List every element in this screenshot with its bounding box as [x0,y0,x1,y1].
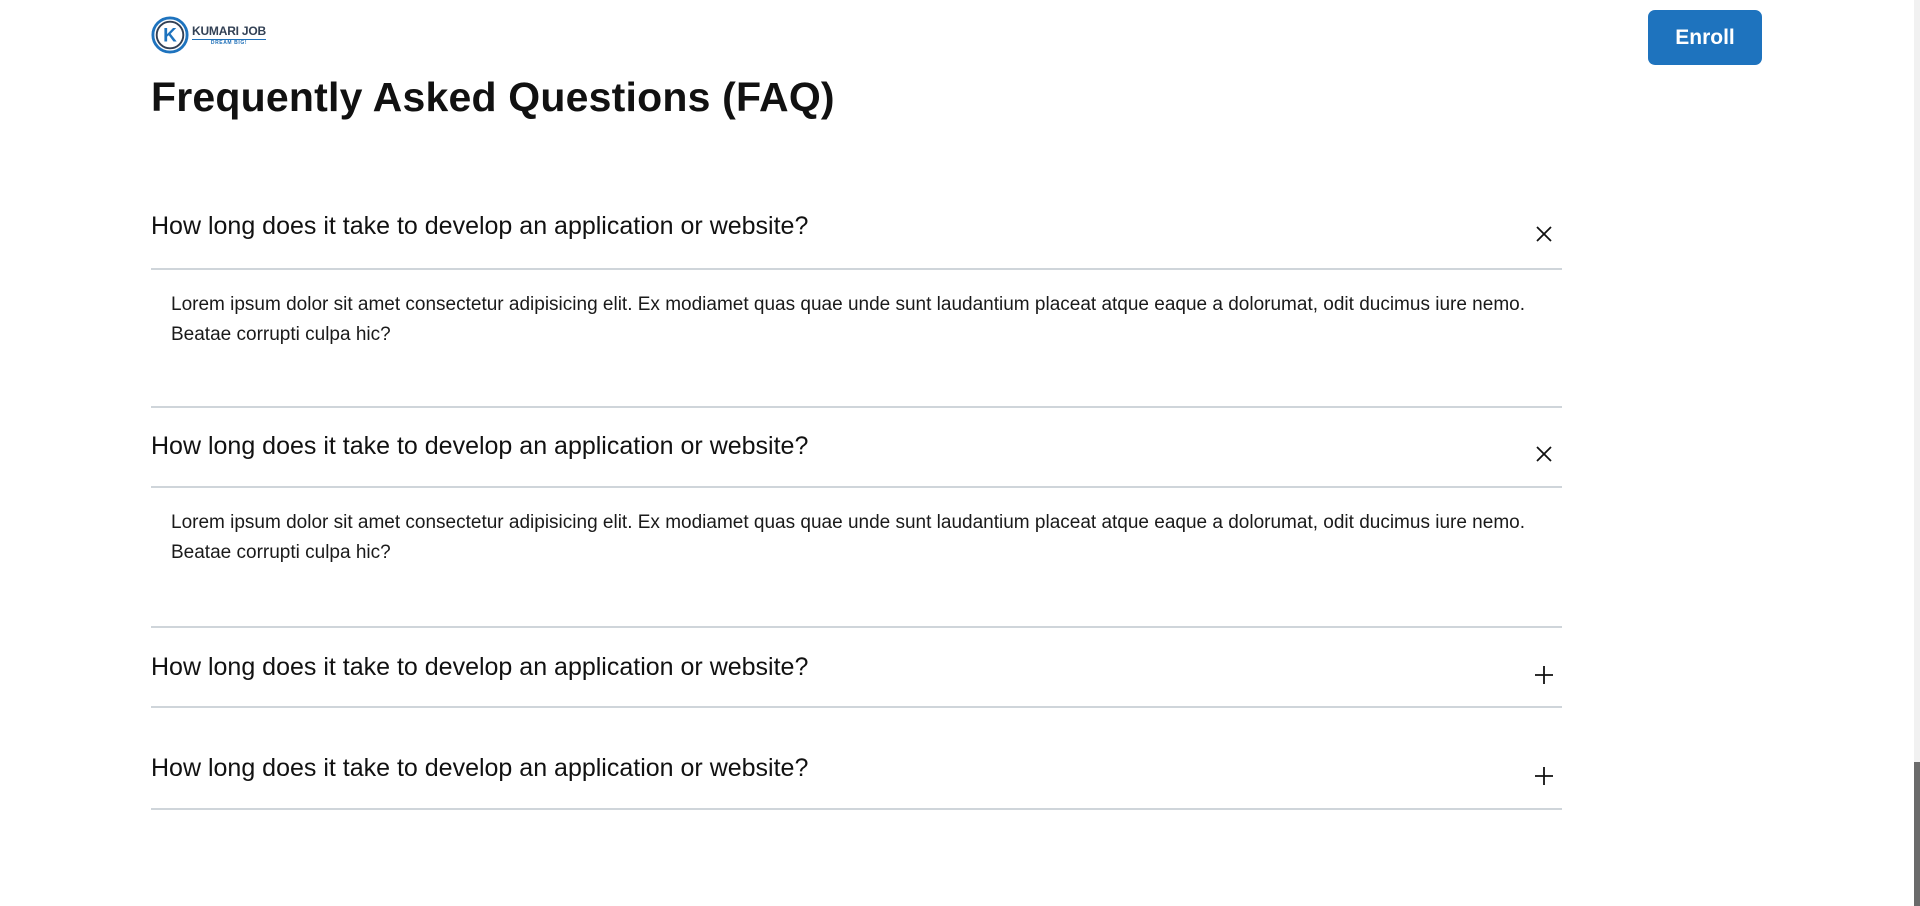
page-title: Frequently Asked Questions (FAQ) [151,74,835,120]
logo-letter: K [163,26,177,47]
faq-answer: Lorem ipsum dolor sit amet consectetur a… [171,294,1525,345]
faq-question: How long does it take to develop an appl… [151,653,809,681]
faq-question-row[interactable]: How long does it take to develop an appl… [151,190,1562,268]
faq-item: How long does it take to develop an appl… [151,408,1562,628]
faq-question: How long does it take to develop an appl… [151,754,809,782]
faq-item: How long does it take to develop an appl… [151,190,1562,408]
faq-question: How long does it take to develop an appl… [151,432,809,460]
faq-answer: Lorem ipsum dolor sit amet consectetur a… [171,512,1525,563]
faq-item: How long does it take to develop an appl… [151,708,1562,810]
logo-name: KUMARI JOB [192,23,267,38]
faq-question: How long does it take to develop an appl… [151,212,809,240]
faq-item: How long does it take to develop an appl… [151,628,1562,708]
logo-k-icon: K [151,16,189,54]
faq-question-row[interactable]: How long does it take to develop an appl… [151,628,1562,706]
page: K KUMARI JOB DREAM BIG! Enroll Frequentl… [0,0,1920,906]
faq-question-row[interactable]: How long does it take to develop an appl… [151,708,1562,808]
close-icon[interactable] [1532,442,1556,466]
plus-icon[interactable] [1532,764,1556,788]
brand-logo[interactable]: K KUMARI JOB DREAM BIG! [151,16,266,54]
close-icon[interactable] [1532,222,1556,246]
enroll-button[interactable]: Enroll [1648,10,1762,65]
scrollbar-thumb[interactable] [1914,762,1920,906]
logo-text: KUMARI JOB DREAM BIG! [192,25,266,46]
vertical-scrollbar[interactable] [1914,0,1920,906]
logo-tagline: DREAM BIG! [192,38,267,46]
faq-list: How long does it take to develop an appl… [151,190,1562,810]
faq-answer-panel: Lorem ipsum dolor sit amet consectetur a… [151,268,1562,406]
faq-question-row[interactable]: How long does it take to develop an appl… [151,408,1562,486]
plus-icon[interactable] [1532,663,1556,687]
faq-answer-panel: Lorem ipsum dolor sit amet consectetur a… [151,486,1562,624]
